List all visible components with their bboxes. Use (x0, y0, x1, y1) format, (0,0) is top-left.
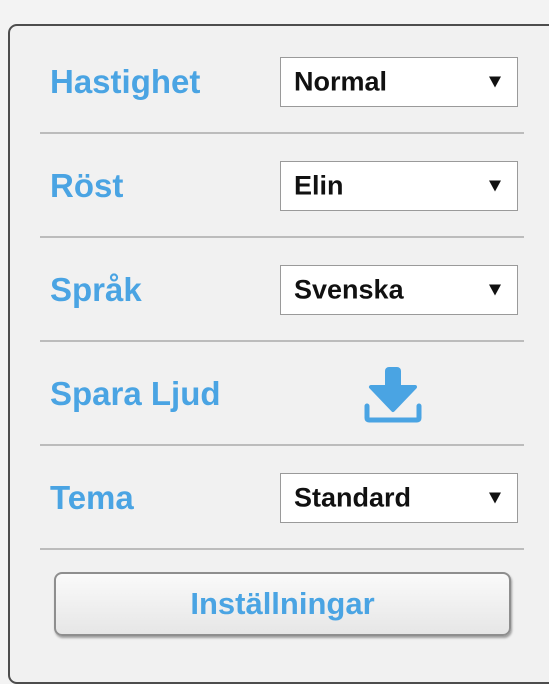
dropdown-arrow-icon (489, 180, 501, 192)
speed-value: Normal (294, 66, 388, 97)
language-row: Språk Svenska (40, 238, 524, 342)
theme-label: Tema (50, 479, 134, 516)
theme-row: Tema Standard (40, 446, 524, 550)
divider (40, 548, 524, 550)
theme-value: Standard (294, 482, 412, 513)
language-value: Svenska (294, 274, 404, 305)
save-audio-row: Spara Ljud (40, 342, 524, 446)
speed-select[interactable]: Normal (280, 57, 518, 107)
dropdown-arrow-icon (489, 284, 501, 296)
voice-select[interactable]: Elin (280, 161, 518, 211)
settings-button[interactable]: Inställningar (54, 572, 511, 636)
speed-label: Hastighet (50, 63, 201, 100)
download-icon[interactable] (358, 359, 428, 429)
theme-select[interactable]: Standard (280, 473, 518, 523)
speed-row: Hastighet Normal (40, 30, 524, 134)
voice-label: Röst (50, 167, 124, 204)
dropdown-arrow-icon (489, 492, 501, 504)
language-label: Språk (50, 271, 142, 308)
dropdown-arrow-icon (489, 76, 501, 88)
save-audio-label: Spara Ljud (50, 375, 221, 412)
voice-value: Elin (294, 170, 344, 201)
language-select[interactable]: Svenska (280, 265, 518, 315)
voice-row: Röst Elin (40, 134, 524, 238)
settings-button-label: Inställningar (190, 586, 375, 621)
